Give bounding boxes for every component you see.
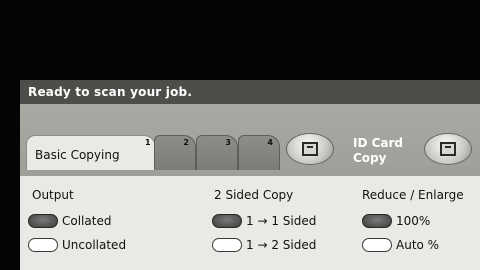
reduce-enlarge-heading: Reduce / Enlarge: [362, 188, 464, 202]
radio-unselected-icon: [212, 238, 242, 252]
status-message: Ready to scan your job.: [28, 85, 193, 99]
radio-unselected-icon: [28, 238, 58, 252]
option-label: Uncollated: [62, 238, 127, 252]
tab-basic-copying[interactable]: Basic Copying 1: [26, 135, 156, 170]
option-label: 1 → 2 Sided: [246, 238, 317, 252]
id-card-copy-line1: ID Card: [353, 136, 404, 150]
option-label: Auto %: [396, 238, 440, 252]
tab-2[interactable]: 2: [154, 135, 196, 170]
option-label: 100%: [396, 214, 431, 228]
document-icon: [302, 142, 318, 156]
radio-selected-icon: [362, 214, 392, 228]
tab-number-4: 4: [267, 138, 273, 147]
output-heading: Output: [32, 188, 74, 202]
basic-copying-panel: Output Collated Uncollated 2 Sided Copy …: [20, 176, 480, 270]
radio-selected-icon: [28, 214, 58, 228]
id-card-copy-button[interactable]: [424, 133, 472, 165]
two-sided-heading: 2 Sided Copy: [214, 188, 294, 202]
tab-basic-copying-label: Basic Copying: [35, 148, 120, 162]
radio-unselected-icon: [362, 238, 392, 252]
id-card-copy-label[interactable]: ID Card Copy: [353, 136, 403, 166]
status-bar: Ready to scan your job.: [20, 80, 480, 104]
option-label: 1 → 1 Sided: [246, 214, 317, 228]
tab-number-3: 3: [225, 138, 231, 147]
document-button[interactable]: [286, 133, 334, 165]
id-card-icon: [440, 142, 456, 156]
option-label: Collated: [62, 214, 112, 228]
id-card-copy-line2: Copy: [353, 151, 387, 165]
tab-number-2: 2: [183, 138, 189, 147]
tab-3[interactable]: 3: [196, 135, 238, 170]
radio-selected-icon: [212, 214, 242, 228]
touch-screen: Ready to scan your job. Basic Copying 1 …: [20, 80, 480, 270]
tab-number-1: 1: [145, 138, 151, 147]
tab-4[interactable]: 4: [238, 135, 280, 170]
